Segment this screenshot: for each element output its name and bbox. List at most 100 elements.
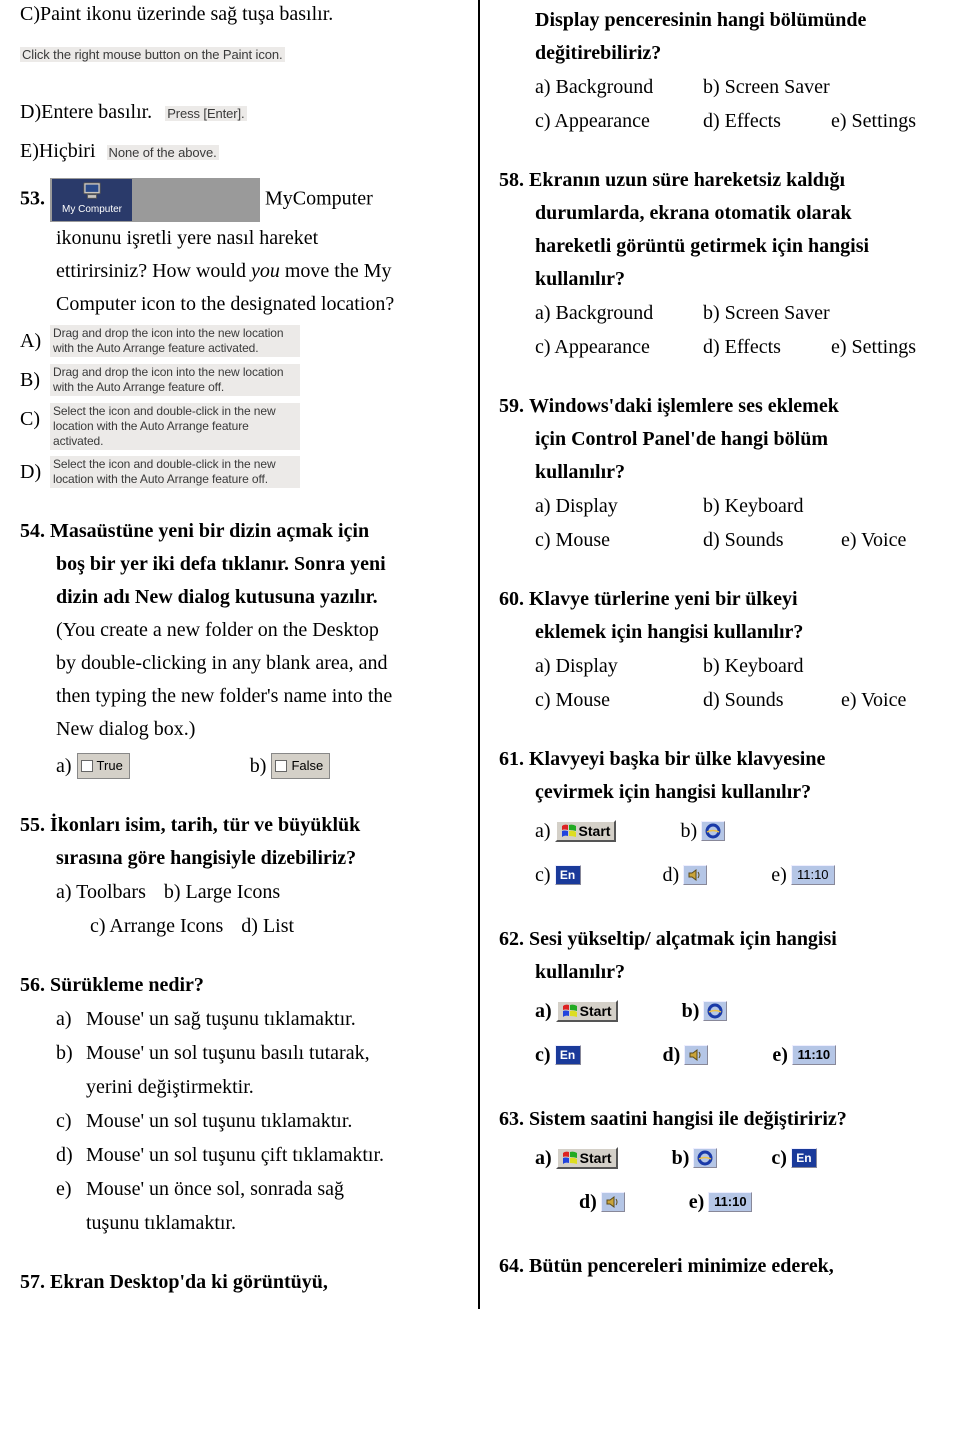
q63-d: d) xyxy=(579,1180,625,1224)
q53-line4: Computer icon to the designated location… xyxy=(56,288,465,321)
q53-b-hint: Drag and drop the icon into the new loca… xyxy=(50,364,300,396)
windows-flag-icon xyxy=(562,1150,578,1166)
ie-icon xyxy=(693,1148,717,1168)
q62-icons-row1: a) Start b) xyxy=(535,989,954,1033)
option-c-text: C)Paint ikonu üzerinde sağ tuşa basılır. xyxy=(20,0,465,31)
q63-a: a) Start xyxy=(535,1136,618,1180)
q53-c: C)Select the icon and double-click in th… xyxy=(20,403,465,450)
q62-b: b) xyxy=(682,989,728,1033)
question-57: 57. Ekran Desktop'da ki görüntüyü, xyxy=(20,1266,465,1299)
q62-c: c) En xyxy=(535,1033,581,1077)
option-d-row: D)Entere basılır. Press [Enter]. xyxy=(20,96,465,129)
q63-b: b) xyxy=(672,1136,718,1180)
left-column: C)Paint ikonu üzerinde sağ tuşa basılır.… xyxy=(0,0,475,1309)
q54-b: b) False xyxy=(250,750,330,783)
q62-icons-row2: c) En d) e) 11:10 xyxy=(535,1033,954,1077)
option-d-hint: Press [Enter]. xyxy=(165,106,246,121)
option-e-row: E)Hiçbiri None of the above. xyxy=(20,135,465,168)
mycomputer-label: My Computer xyxy=(62,202,122,219)
option-d-e-row: D)Entere basılır. Press [Enter]. E)Hiçbi… xyxy=(20,96,465,168)
q54-a: a) True xyxy=(56,750,130,783)
column-divider xyxy=(478,0,480,1309)
question-56: 56. Sürükleme nedir? a)Mouse' un sağ tuş… xyxy=(20,969,465,1240)
checkbox-icon xyxy=(81,760,93,772)
question-61: 61. Klavyeyi başka bir ülke klavyesine ç… xyxy=(499,743,954,897)
computer-icon xyxy=(81,181,103,201)
question-57-cont: Display penceresinin hangi bölümünde değ… xyxy=(499,4,954,138)
question-54: 54. Masaüstüne yeni bir dizin açmak için… xyxy=(20,515,465,783)
q53-c-hint: Select the icon and double-click in the … xyxy=(50,403,300,450)
page: C)Paint ikonu üzerinde sağ tuşa basılır.… xyxy=(0,0,960,1309)
q53-b: B)Drag and drop the icon into the new lo… xyxy=(20,364,465,397)
q61-c: c) En xyxy=(535,853,581,897)
q60-opts-row1: a) Display b) Keyboard xyxy=(535,649,954,683)
q58-opts-row2: c) Appearance d) Effects e) Settings xyxy=(535,330,954,364)
q53-line1: 53. My Computer MyComputer xyxy=(20,178,465,222)
q53-num: 53. xyxy=(20,188,45,210)
true-checkbox[interactable]: True xyxy=(77,753,130,778)
language-indicator-icon: En xyxy=(555,865,581,885)
clock-icon: 11:10 xyxy=(708,1192,752,1212)
q57-opts-row1: a) Background b) Screen Saver xyxy=(535,70,954,104)
question-53: 53. My Computer MyComputer ikonunu işret… xyxy=(20,178,465,489)
q62-e: e) 11:10 xyxy=(772,1033,836,1077)
q59-opts-row2: c) Mouse d) Sounds e) Voice xyxy=(535,523,954,557)
question-64: 64. Bütün pencereleri minimize ederek, xyxy=(499,1250,954,1283)
mycomputer-bar: My Computer xyxy=(50,178,260,222)
ie-icon xyxy=(701,821,725,841)
q63-c: c) En xyxy=(771,1136,817,1180)
start-button-icon: Start xyxy=(556,1147,618,1169)
q53-line2: ikonunu işretli yere nasıl hareket xyxy=(56,222,465,255)
ie-icon xyxy=(703,1001,727,1021)
q54-tf-row: a) True b) False xyxy=(56,750,465,783)
q62-d: d) xyxy=(663,1033,709,1077)
q60-opts-row2: c) Mouse d) Sounds e) Voice xyxy=(535,683,954,717)
speaker-icon xyxy=(683,865,707,885)
question-63: 63. Sistem saatini hangisi ile değiştiri… xyxy=(499,1103,954,1224)
q55-options-row2: c) Arrange Icons d) List xyxy=(90,909,465,943)
q53-line3: ettirirsiniz? How would you move the My xyxy=(56,255,465,288)
q53-d-hint: Select the icon and double-click in the … xyxy=(50,456,300,488)
question-59: 59. Windows'daki işlemlere ses eklemek i… xyxy=(499,390,954,557)
q53-d: D)Select the icon and double-click in th… xyxy=(20,456,465,489)
right-column: Display penceresinin hangi bölümünde değ… xyxy=(475,0,960,1309)
q53-a: A)Drag and drop the icon into the new lo… xyxy=(20,325,465,358)
option-c: C)Paint ikonu üzerinde sağ tuşa basılır.… xyxy=(20,0,465,70)
language-indicator-icon: En xyxy=(555,1045,581,1065)
q58-opts-row1: a) Background b) Screen Saver xyxy=(535,296,954,330)
clock-icon: 11:10 xyxy=(792,1045,836,1065)
option-e-hint: None of the above. xyxy=(107,145,219,160)
question-62: 62. Sesi yükseltip/ alçatmak için hangis… xyxy=(499,923,954,1077)
speaker-icon xyxy=(684,1045,708,1065)
q61-d: d) xyxy=(663,853,708,897)
q63-icons-row1: a) Start b) c) xyxy=(535,1136,954,1180)
q63-icons-row2: d) e) 11:10 xyxy=(579,1180,954,1224)
q61-e: e) 11:10 xyxy=(771,853,835,897)
q54-num: 54. xyxy=(20,520,45,542)
start-button-icon: Start xyxy=(556,1000,618,1022)
option-c-hint: Click the right mouse button on the Pain… xyxy=(20,47,285,62)
q62-a: a) Start xyxy=(535,989,618,1033)
q55-options-row1: a) Toolbars b) Large Icons xyxy=(56,875,465,909)
question-55: 55. İkonları isim, tarih, tür ve büyüklü… xyxy=(20,809,465,943)
q53-after-icon: MyComputer xyxy=(265,188,373,210)
windows-flag-icon xyxy=(562,1003,578,1019)
q61-icons-row1: a) Start b) xyxy=(535,809,954,853)
q63-e: e) 11:10 xyxy=(689,1180,753,1224)
mycomputer-selected-icon: My Computer xyxy=(52,179,132,221)
windows-flag-icon xyxy=(561,823,577,839)
q61-b: b) xyxy=(680,809,725,853)
option-d-text: D)Entere basılır. xyxy=(20,101,152,123)
question-58: 58. Ekranın uzun süre hareketsiz kaldığı… xyxy=(499,164,954,364)
language-indicator-icon: En xyxy=(791,1148,817,1168)
question-60: 60. Klavye türlerine yeni bir ülkeyi ekl… xyxy=(499,583,954,717)
start-button-icon: Start xyxy=(555,820,617,842)
q61-a: a) Start xyxy=(535,809,616,853)
option-e-text: E)Hiçbiri xyxy=(20,140,96,162)
q59-opts-row1: a) Display b) Keyboard xyxy=(535,489,954,523)
q53-a-hint: Drag and drop the icon into the new loca… xyxy=(50,325,300,357)
clock-icon: 11:10 xyxy=(791,865,835,885)
q61-icons-row2: c) En d) e) 11:10 xyxy=(535,853,954,897)
false-checkbox[interactable]: False xyxy=(271,753,330,778)
q57-opts-row2: c) Appearance d) Effects e) Settings xyxy=(535,104,954,138)
